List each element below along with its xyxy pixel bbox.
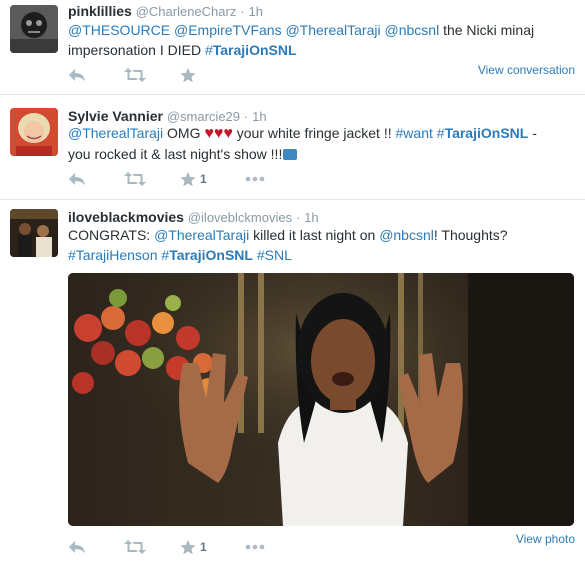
text-span: ! Thoughts?: [433, 227, 508, 243]
reply-icon: [69, 541, 85, 553]
reply-button[interactable]: [68, 172, 86, 186]
view-photo-link[interactable]: View photo: [516, 532, 575, 546]
tweet-actions: 1: [68, 169, 285, 189]
tweet-header: pinklillies @CharleneCharz · 1h: [68, 2, 263, 21]
hashtag-text: TarajiOnSNL: [444, 125, 529, 141]
text-span: impersonation I DIED: [68, 42, 205, 58]
text-span: you rocked it & last night's show !!!: [68, 146, 283, 162]
tweet-1[interactable]: pinklillies @CharleneCharz · 1h @THESOUR…: [0, 0, 585, 95]
more-icon: [245, 544, 264, 550]
more-button[interactable]: [245, 176, 265, 182]
retweet-button[interactable]: [124, 68, 146, 82]
mention-link[interactable]: @TherealTaraji: [154, 227, 249, 243]
text-span: killed it last night on: [249, 227, 380, 243]
favorite-icon: [180, 171, 196, 186]
tweet-time[interactable]: 1h: [252, 109, 266, 124]
retweet-button[interactable]: [124, 540, 146, 554]
separator-dot: ·: [243, 109, 249, 124]
tweet-text: CONGRATS: @TherealTaraji killed it last …: [68, 225, 578, 265]
hashtag-link[interactable]: #TarajiOnSNL: [161, 247, 253, 263]
hashtag-link[interactable]: #want: [396, 125, 433, 141]
favorite-button[interactable]: 1: [180, 171, 207, 187]
author-name[interactable]: pinklillies: [68, 3, 132, 19]
mention-link[interactable]: @TherealTaraji: [285, 22, 380, 38]
hash-symbol: #: [432, 125, 445, 141]
mention-link[interactable]: @TherealTaraji: [68, 125, 163, 141]
author-handle[interactable]: @CharleneCharz: [136, 4, 237, 19]
tweet-actions: [68, 65, 216, 85]
hashtag-link[interactable]: #TarajiOnSNL: [432, 125, 529, 141]
view-conversation-link[interactable]: View conversation: [478, 63, 575, 77]
retweet-icon: [124, 540, 146, 554]
author-name[interactable]: Sylvie Vannier: [68, 108, 163, 124]
reply-button[interactable]: [68, 540, 86, 554]
tweet-text: @TherealTaraji OMG ♥♥♥ your white fringe…: [68, 123, 578, 164]
retweet-icon: [124, 172, 146, 186]
separator-dot: ·: [240, 4, 245, 19]
mention-link[interactable]: @EmpireTVFans: [174, 22, 282, 38]
hashtag-text: TarajiOnSNL: [169, 247, 253, 263]
separator-dot: ·: [295, 210, 301, 225]
tv-emoji: [283, 149, 298, 160]
favorite-count: 1: [200, 540, 207, 554]
more-icon: [245, 176, 264, 182]
author-name[interactable]: iloveblackmovies: [68, 209, 184, 225]
tweet-photo[interactable]: [68, 273, 574, 526]
favorite-button[interactable]: 1: [180, 539, 207, 555]
favorite-icon: [180, 539, 196, 554]
tweet-time[interactable]: 1h: [248, 4, 262, 19]
text-span: the Nicki minaj: [439, 22, 535, 38]
mention-link[interactable]: @THESOURCE: [68, 22, 170, 38]
reply-icon: [69, 69, 85, 81]
avatar[interactable]: [10, 5, 58, 53]
hashtag-link[interactable]: #SNL: [257, 247, 292, 263]
tweet-time[interactable]: 1h: [304, 210, 318, 225]
more-button[interactable]: [245, 544, 265, 550]
avatar[interactable]: [10, 108, 58, 156]
hashtag-link[interactable]: #TarajiOnSNL: [205, 42, 297, 58]
text-span: -: [528, 125, 537, 141]
hashtag-link[interactable]: #TarajiHenson: [68, 247, 158, 263]
retweet-icon: [124, 68, 146, 82]
favorite-icon: [180, 67, 196, 82]
tweet-2[interactable]: Sylvie Vannier @smarcie29 · 1h @TherealT…: [0, 96, 585, 200]
mention-link[interactable]: @nbcsnl: [385, 22, 440, 38]
reply-button[interactable]: [68, 68, 86, 82]
text-span: your white fringe jacket !!: [232, 125, 396, 141]
tweet-actions: 1: [68, 537, 285, 557]
avatar[interactable]: [10, 209, 58, 257]
favorite-count: 1: [200, 172, 207, 186]
author-handle[interactable]: @smarcie29: [167, 109, 240, 124]
mention-link[interactable]: @nbcsnl: [379, 227, 434, 243]
heart-emoji: ♥♥♥: [204, 125, 233, 142]
retweet-button[interactable]: [124, 172, 146, 186]
tweet-text: @THESOURCE @EmpireTVFans @TherealTaraji …: [68, 20, 578, 60]
text-span: OMG: [163, 125, 205, 141]
hashtag-text: TarajiOnSNL: [212, 42, 297, 58]
photo-image: [68, 273, 574, 526]
reply-icon: [69, 173, 85, 185]
text-span: CONGRATS:: [68, 227, 155, 243]
favorite-button[interactable]: [180, 67, 196, 83]
hash-symbol: #: [204, 42, 213, 58]
author-handle[interactable]: @iloveblckmovies: [188, 210, 292, 225]
